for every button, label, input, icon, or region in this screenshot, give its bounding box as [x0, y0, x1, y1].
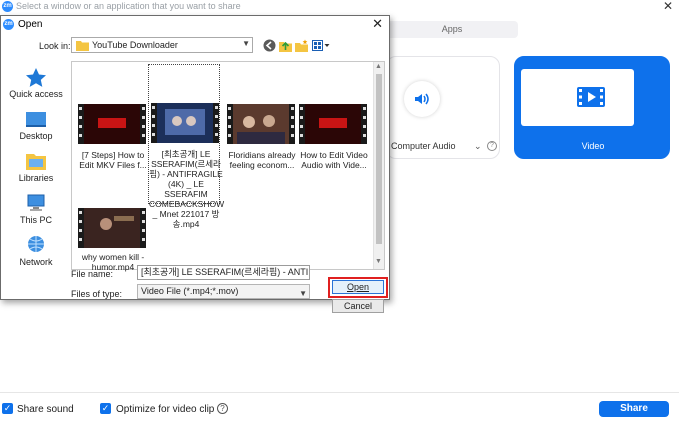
- dialog-close-icon[interactable]: ✕: [372, 16, 383, 32]
- file-item[interactable]: why women kill - humor.mp4: [76, 206, 148, 272]
- optimize-video-label: Optimize for video clip: [116, 404, 215, 415]
- speaker-icon: [404, 81, 440, 117]
- chevron-down-icon[interactable]: ▼: [299, 287, 307, 300]
- computer-audio-label: Computer Audio: [391, 141, 456, 151]
- computer-audio-tile[interactable]: Computer Audio ⌄ ?: [386, 56, 500, 159]
- desktop-icon: [26, 112, 46, 127]
- video-label: Video: [581, 141, 605, 151]
- place-desktop[interactable]: Desktop: [5, 109, 67, 141]
- place-libraries[interactable]: Libraries: [5, 151, 67, 183]
- file-item[interactable]: [7 Steps] How to Edit MKV Files f...: [76, 102, 148, 172]
- places-bar: Quick access Desktop Libraries This PC N…: [5, 61, 67, 270]
- libraries-icon: [26, 154, 46, 170]
- view-menu-icon[interactable]: [312, 39, 330, 52]
- divider: [0, 392, 679, 393]
- zoom-logo-icon: zm: [2, 1, 13, 12]
- file-name-field[interactable]: [최초공개] LE SSERAFIM(르세라핌) - ANTIFR/: [137, 265, 310, 280]
- network-icon: [28, 236, 44, 252]
- look-in-value: YouTube Downloader: [92, 40, 178, 50]
- help-icon[interactable]: ?: [487, 141, 497, 151]
- star-icon: [26, 68, 46, 87]
- place-quick-access[interactable]: Quick access: [5, 67, 67, 99]
- file-type-label: Files of type:: [71, 289, 123, 299]
- open-button[interactable]: Open: [332, 280, 384, 294]
- place-this-pc[interactable]: This PC: [5, 193, 67, 225]
- file-name: How to Edit Video Audio with Vide...: [300, 150, 368, 170]
- file-name: [최초공개] LE SSERAFIM(르세라핌) - ANTIFRAGILE (…: [149, 149, 225, 229]
- optimize-video-checkbox[interactable]: ✓: [100, 403, 111, 414]
- place-network[interactable]: Network: [5, 235, 67, 267]
- dialog-titlebar: zm Open ✕: [1, 16, 389, 33]
- open-dialog: zm Open ✕ Look in: YouTube Downloader ▼ …: [0, 15, 390, 313]
- share-button[interactable]: Share: [599, 401, 669, 417]
- up-folder-icon[interactable]: [279, 39, 292, 52]
- file-item[interactable]: How to Edit Video Audio with Vide...: [297, 102, 369, 172]
- place-label: Libraries: [18, 173, 54, 183]
- chevron-down-icon[interactable]: ▼: [242, 39, 250, 48]
- zoom-logo-icon: zm: [3, 19, 14, 30]
- place-label: Network: [19, 257, 53, 267]
- dialog-title: Open: [18, 19, 43, 30]
- back-icon[interactable]: [263, 39, 276, 52]
- zoom-close-icon[interactable]: ✕: [663, 0, 673, 13]
- video-thumbnail: [151, 103, 219, 143]
- film-icon: [577, 87, 605, 107]
- look-in-combo[interactable]: YouTube Downloader ▼: [71, 37, 253, 53]
- zoom-titlebar: zm Select a window or an application tha…: [0, 0, 679, 14]
- look-in-label: Look in:: [39, 41, 71, 51]
- video-thumbnail: [227, 104, 295, 144]
- tab-apps[interactable]: Apps: [386, 21, 518, 38]
- video-thumbnail: [78, 104, 146, 144]
- file-type-select[interactable]: Video File (*.mp4;*.mov) ▼: [137, 284, 310, 299]
- video-thumbnail: [299, 104, 367, 144]
- video-thumbnail: [78, 208, 146, 248]
- file-type-value: Video File (*.mp4;*.mov): [141, 286, 239, 296]
- file-item[interactable]: Floridians already feeling econom...: [225, 102, 297, 172]
- new-folder-icon[interactable]: [295, 39, 308, 52]
- folder-icon: [76, 41, 89, 51]
- vertical-scrollbar[interactable]: ▲ ▼: [373, 62, 384, 269]
- file-list-view: [7 Steps] How to Edit MKV Files f... [최초…: [71, 61, 385, 272]
- zoom-window-title: Select a window or an application that y…: [16, 1, 241, 11]
- place-label: This PC: [19, 215, 52, 225]
- file-item-selected[interactable]: [최초공개] LE SSERAFIM(르세라핌) - ANTIFRAGILE (…: [148, 64, 224, 229]
- share-sound-label: Share sound: [17, 404, 74, 415]
- scroll-up-icon[interactable]: ▲: [375, 63, 382, 70]
- file-name: Floridians already feeling econom...: [228, 150, 296, 170]
- place-label: Desktop: [19, 131, 53, 141]
- chevron-down-icon[interactable]: ⌄: [474, 141, 482, 152]
- help-icon[interactable]: ?: [217, 403, 228, 414]
- file-name: [7 Steps] How to Edit MKV Files f...: [79, 150, 147, 170]
- cancel-button[interactable]: Cancel: [332, 299, 384, 313]
- file-name-label: File name:: [71, 269, 114, 279]
- share-sound-checkbox[interactable]: ✓: [2, 403, 13, 414]
- video-tile[interactable]: Video: [514, 56, 670, 159]
- computer-icon: [27, 194, 45, 211]
- scrollbar-thumb[interactable]: [376, 74, 382, 244]
- scroll-down-icon[interactable]: ▼: [375, 258, 382, 265]
- place-label: Quick access: [9, 89, 63, 99]
